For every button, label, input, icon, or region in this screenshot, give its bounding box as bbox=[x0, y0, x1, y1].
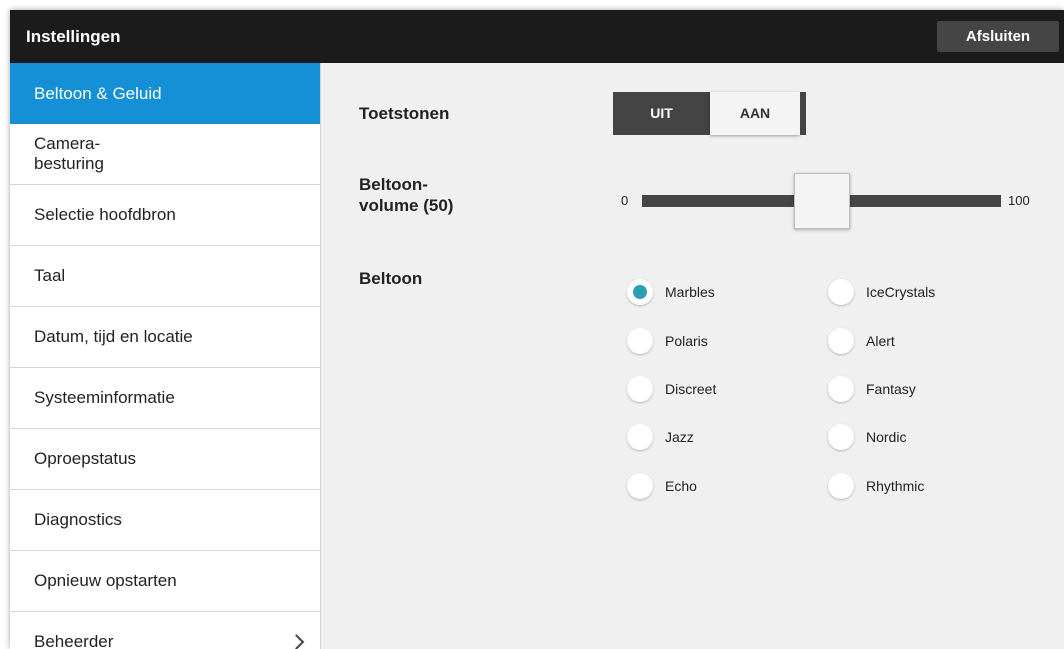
ringtone-option-discreet[interactable]: Discreet bbox=[627, 374, 716, 404]
radio-button[interactable] bbox=[627, 424, 653, 450]
slider-min-label: 0 bbox=[621, 193, 629, 208]
ringtone-option-label: Alert bbox=[866, 333, 895, 349]
sidebar-item-label: Systeeminformatie bbox=[34, 388, 175, 407]
sidebar-item-label: Selectie hoofdbron bbox=[34, 205, 176, 224]
sidebar-item-label: Taal bbox=[34, 266, 66, 285]
ringtone-option-label: Marbles bbox=[665, 284, 715, 300]
radio-button[interactable] bbox=[828, 279, 854, 305]
ring-volume-label: Beltoon- volume (50) bbox=[359, 175, 454, 215]
radio-button[interactable] bbox=[627, 473, 653, 499]
sidebar-item-main-source[interactable]: Selectie hoofdbron bbox=[10, 185, 320, 246]
ringtone-option-polaris[interactable]: Polaris bbox=[627, 326, 708, 356]
sidebar-item-label: Beheerder bbox=[34, 632, 114, 649]
ringtone-option-label: Nordic bbox=[866, 429, 907, 445]
page-title: Instellingen bbox=[26, 27, 121, 46]
ringtone-option-rhythmic[interactable]: Rhythmic bbox=[828, 471, 924, 501]
radio-button[interactable] bbox=[828, 376, 854, 402]
ringtone-option-label: Polaris bbox=[665, 333, 708, 349]
ringtone-option-label: Jazz bbox=[665, 429, 694, 445]
ringtone-option-label: Fantasy bbox=[866, 381, 916, 397]
sidebar-item-date-time-location[interactable]: Datum, tijd en locatie bbox=[10, 307, 320, 368]
sidebar-item-label: Datum, tijd en locatie bbox=[34, 327, 193, 346]
sidebar-item-label: Opnieuw opstarten bbox=[34, 571, 177, 590]
slider-thumb[interactable] bbox=[793, 173, 850, 229]
sidebar-item-diagnostics[interactable]: Diagnostics bbox=[10, 490, 320, 551]
sidebar-item-label: Diagnostics bbox=[34, 510, 122, 529]
sidebar-item-call-status[interactable]: Oproepstatus bbox=[10, 429, 320, 490]
sidebar-item-ringtone-sound[interactable]: Beltoon & Geluid bbox=[10, 63, 320, 124]
settings-window: Instellingen Afsluiten Beltoon & Geluid … bbox=[10, 10, 1064, 649]
ring-volume-slider: 0 100 bbox=[613, 173, 1038, 233]
radio-button[interactable] bbox=[627, 376, 653, 402]
settings-panel: Toetstonen UIT AAN Beltoon- volume (50) … bbox=[321, 63, 1064, 649]
ringtone-option-label: IceCrystals bbox=[866, 284, 936, 300]
sidebar-item-camera-control[interactable]: Camera- besturing bbox=[10, 124, 320, 185]
key-tones-label: Toetstonen bbox=[359, 104, 450, 123]
radio-button[interactable] bbox=[828, 328, 854, 354]
key-tones-on-button[interactable]: AAN bbox=[710, 92, 800, 135]
ringtone-option-alert[interactable]: Alert bbox=[828, 326, 895, 356]
close-button[interactable]: Afsluiten bbox=[937, 21, 1059, 52]
toggle-edge bbox=[800, 92, 806, 135]
ringtone-option-jazz[interactable]: Jazz bbox=[627, 422, 694, 452]
chevron-right-icon bbox=[288, 634, 305, 649]
ringtone-label: Beltoon bbox=[359, 269, 423, 288]
ringtone-option-echo[interactable]: Echo bbox=[627, 471, 697, 501]
sidebar-item-label: Camera- besturing bbox=[34, 134, 104, 173]
ringtone-option-label: Echo bbox=[665, 478, 697, 494]
key-tones-toggle: UIT AAN bbox=[613, 92, 806, 135]
sidebar-item-system-info[interactable]: Systeeminformatie bbox=[10, 368, 320, 429]
sidebar-item-restart[interactable]: Opnieuw opstarten bbox=[10, 551, 320, 612]
sidebar: Beltoon & Geluid Camera- besturing Selec… bbox=[10, 63, 321, 649]
radio-button[interactable] bbox=[828, 424, 854, 450]
ringtone-option-icecrystals[interactable]: IceCrystals bbox=[828, 277, 935, 307]
ringtone-option-marbles[interactable]: Marbles bbox=[627, 277, 715, 307]
ringtone-option-label: Rhythmic bbox=[866, 478, 925, 494]
ringtone-option-fantasy[interactable]: Fantasy bbox=[828, 374, 916, 404]
key-tones-off-button[interactable]: UIT bbox=[613, 92, 710, 135]
ringtone-option-label: Discreet bbox=[665, 381, 717, 397]
sidebar-item-administrator[interactable]: Beheerder bbox=[10, 612, 320, 649]
radio-button[interactable] bbox=[627, 328, 653, 354]
ringtone-option-nordic[interactable]: Nordic bbox=[828, 422, 906, 452]
sidebar-item-label: Beltoon & Geluid bbox=[34, 83, 162, 103]
radio-button[interactable] bbox=[627, 279, 653, 305]
sidebar-item-label: Oproepstatus bbox=[34, 449, 137, 468]
sidebar-item-language[interactable]: Taal bbox=[10, 246, 320, 307]
slider-max-label: 100 bbox=[1008, 193, 1030, 208]
top-bar: Instellingen Afsluiten bbox=[10, 10, 1064, 63]
radio-button[interactable] bbox=[828, 473, 854, 499]
